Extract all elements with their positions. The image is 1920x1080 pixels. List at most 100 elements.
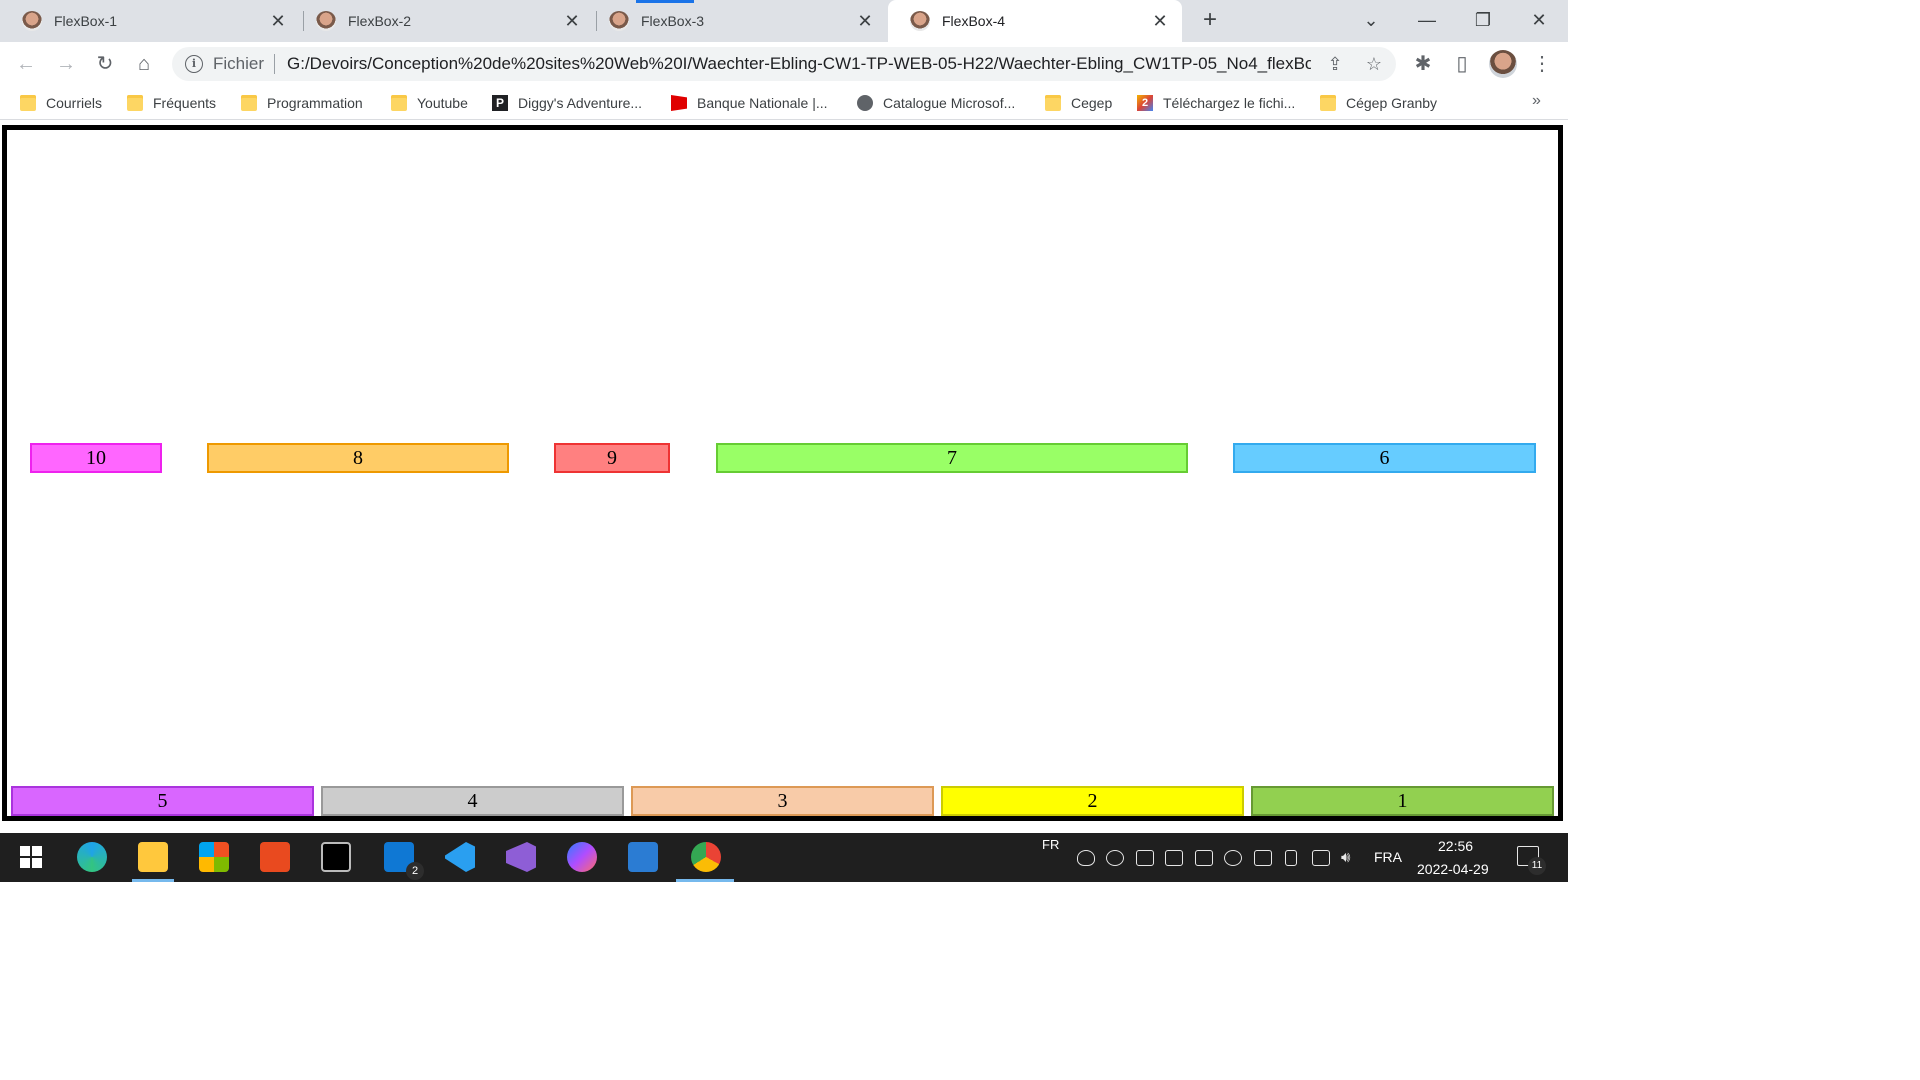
site-info-icon[interactable]: i [185,55,203,73]
home-button[interactable]: ⌂ [130,50,158,78]
reload-button[interactable]: ↻ [91,50,119,78]
tab-close-icon[interactable]: ✕ [562,11,582,32]
tab-flexbox-3[interactable]: FlexBox-3 ✕ [587,0,887,42]
bookmark-courriels[interactable]: Courriels [20,93,102,113]
tab-favicon-icon [609,11,629,31]
tab-close-icon[interactable]: ✕ [855,11,875,32]
app-tray-icon[interactable] [1195,850,1213,866]
bookmark-catalogue-microsoft[interactable]: Catalogue Microsof... [857,93,1015,113]
volume-icon[interactable]: 🔊︎ [1341,850,1359,866]
bookmark-star-icon[interactable]: ☆ [1361,51,1387,77]
bookmark-label: Fréquents [153,95,217,111]
notification-count-badge: 11 [1528,857,1546,875]
outlook-badge: 2 [406,862,424,880]
browser-menu-icon[interactable]: ⋮ [1528,50,1556,78]
tab-flexbox-4[interactable]: FlexBox-4 ✕ [888,0,1182,42]
vscode-icon[interactable] [445,842,475,872]
tab-close-icon[interactable]: ✕ [268,11,288,32]
folder-icon [1045,95,1061,111]
edge-icon[interactable] [77,842,107,872]
input-indicator[interactable]: FR [1042,837,1059,852]
close-window-button[interactable]: ✕ [1519,6,1559,34]
skype-icon[interactable] [1106,850,1124,866]
tab-flexbox-2[interactable]: FlexBox-2 ✕ [294,0,594,42]
folder-icon [391,95,407,111]
bookmark-banque-nationale[interactable]: Banque Nationale |... [671,93,828,113]
folder-icon [127,95,143,111]
file-explorer-icon[interactable] [138,842,168,872]
folder-icon [20,95,36,111]
flexbox-container: 10 8 9 7 6 5 4 3 2 1 [2,125,1563,821]
messenger-tray-icon[interactable] [1224,850,1242,866]
forward-button[interactable]: → [52,50,80,78]
tab-close-icon[interactable]: ✕ [1150,11,1170,32]
tab-search-button[interactable]: ⌄ [1351,6,1391,34]
tab-favicon-icon [22,11,42,31]
bookmark-telechargez[interactable]: 2 Téléchargez le fichi... [1137,93,1295,113]
folder-icon [241,95,257,111]
number-two-icon: 2 [1137,95,1153,111]
profile-avatar[interactable] [1489,50,1517,78]
satellite-icon[interactable] [1165,850,1183,866]
p-logo-icon: P [492,95,508,111]
windows-taskbar: 2 FR 🔊︎ FRA 22:56 2022-04-29 11 [0,833,1568,882]
bookmark-label: Cegep [1071,95,1113,111]
new-tab-button[interactable]: + [1196,6,1224,34]
tab-favicon-icon [910,11,930,31]
side-panel-icon[interactable]: ▯ [1448,50,1476,78]
outlook-icon[interactable]: 2 [384,842,424,880]
bookmark-diggys-adventure[interactable]: P Diggy's Adventure... [492,93,642,113]
extensions-icon[interactable]: ✱ [1409,50,1437,78]
microsoft-store-icon[interactable] [199,842,229,872]
bookmark-programmation[interactable]: Programmation [241,93,363,113]
clock-time[interactable]: 22:56 [1438,838,1473,854]
back-button[interactable]: ← [12,50,40,78]
notification-center-icon[interactable]: 11 [1517,846,1546,875]
share-icon[interactable]: ⇪ [1322,51,1348,77]
bookmark-label: Courriels [46,95,103,111]
clock-date[interactable]: 2022-04-29 [1417,861,1489,877]
windows-start-icon[interactable] [16,842,46,872]
language-indicator[interactable]: FRA [1374,849,1402,865]
teams-icon[interactable] [1254,850,1272,866]
security-shield-icon[interactable] [1077,850,1095,866]
terminal-icon[interactable] [321,842,351,872]
usb-icon[interactable] [1285,850,1297,866]
flex-item-9: 9 [554,443,670,473]
network-icon[interactable] [1312,850,1330,866]
bookmark-cegep-granby[interactable]: Cégep Granby [1320,93,1437,113]
bookmark-label: Diggy's Adventure... [518,95,643,111]
folder-icon [1320,95,1336,111]
url-text[interactable]: G:/Devoirs/Conception%20de%20sites%20Web… [287,54,1311,74]
office-icon[interactable] [260,842,290,872]
running-indicator [132,879,174,882]
chrome-icon[interactable] [691,842,721,872]
minimize-button[interactable]: — [1407,6,1447,34]
address-bar[interactable]: i Fichier G:/Devoirs/Conception%20de%20s… [172,47,1396,81]
visual-studio-icon[interactable] [506,842,536,872]
flex-item-1: 1 [1251,786,1554,816]
restore-button[interactable]: ❐ [1463,6,1503,34]
more-bookmarks-chevron-icon[interactable]: » [1532,92,1541,110]
flex-item-5: 5 [11,786,314,816]
bookmark-youtube[interactable]: Youtube [391,93,468,113]
flex-item-8: 8 [207,443,509,473]
flex-item-6: 6 [1233,443,1536,473]
browser-toolbar: ← → ↻ ⌂ i Fichier G:/Devoirs/Conception%… [0,42,1568,86]
tab-title: FlexBox-1 [54,13,118,29]
meet-icon[interactable] [1136,850,1154,866]
tab-strip: FlexBox-1 ✕ FlexBox-2 ✕ FlexBox-3 ✕ Flex… [0,0,1568,42]
bookmark-label: Cégep Granby [1346,95,1438,111]
bookmark-label: Programmation [267,95,363,111]
omnibox-separator [274,54,276,74]
messenger-icon[interactable] [567,842,597,872]
bookmark-frequents[interactable]: Fréquents [127,93,216,113]
bookmark-label: Catalogue Microsof... [883,95,1016,111]
flex-item-10: 10 [30,443,162,473]
bookmark-cegep[interactable]: Cegep [1045,93,1112,113]
word-icon[interactable] [628,842,658,872]
bookmark-label: Banque Nationale |... [697,95,828,111]
tab-flexbox-1[interactable]: FlexBox-1 ✕ [0,0,300,42]
tab-title: FlexBox-2 [348,13,412,29]
tab-title: FlexBox-4 [942,13,1006,29]
